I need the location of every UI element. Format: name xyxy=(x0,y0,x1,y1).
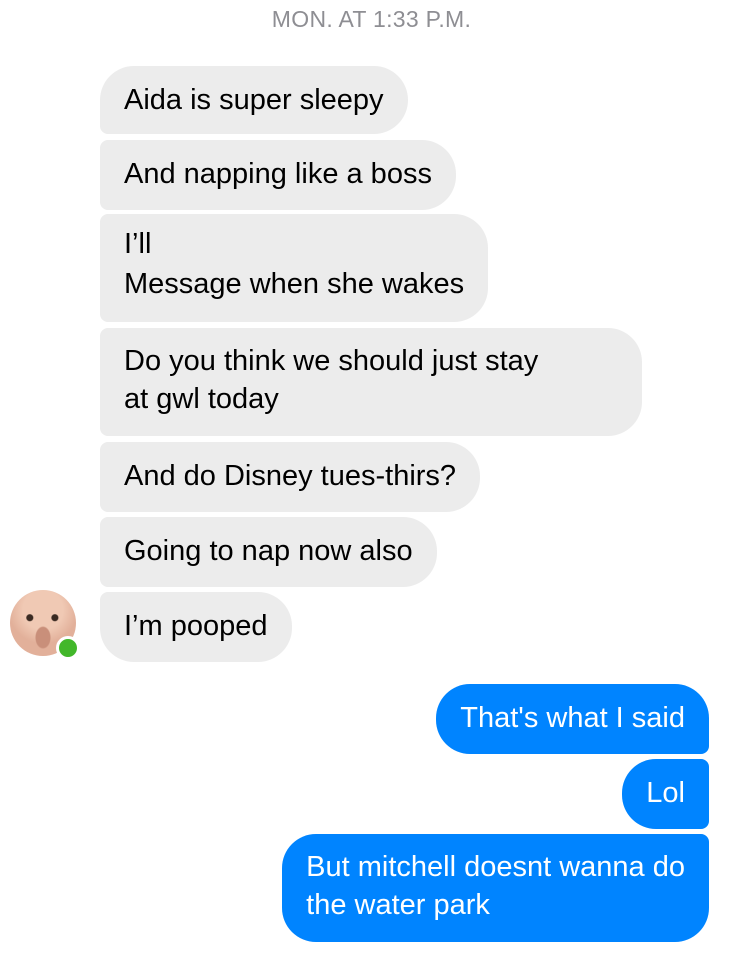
incoming-message[interactable]: And napping like a boss xyxy=(100,140,456,210)
outgoing-message[interactable]: That's what I said xyxy=(436,684,709,754)
online-dot-icon xyxy=(56,636,80,660)
message-text: I’ll xyxy=(124,228,152,260)
incoming-message[interactable]: Do you think we should just stay at gwl … xyxy=(100,328,642,436)
message-text: Aida is super sleepy xyxy=(124,84,384,116)
message-text: And do Disney tues-thirs? xyxy=(124,460,457,492)
message-text: Message when she wakes xyxy=(124,268,465,300)
message-text: at gwl today xyxy=(124,383,279,415)
incoming-message[interactable]: Going to nap now also xyxy=(100,517,437,587)
message-text: And napping like a boss xyxy=(124,158,432,190)
incoming-message[interactable]: I’m pooped xyxy=(100,592,292,662)
conversation-timestamp: MON. AT 1:33 P.M. xyxy=(271,6,472,32)
message-text: Going to nap now also xyxy=(124,535,413,567)
outgoing-message[interactable]: But mitchell doesnt wanna do the water p… xyxy=(282,834,709,942)
message-text: I’m pooped xyxy=(124,610,268,642)
outgoing-message[interactable]: Lol xyxy=(622,759,709,829)
incoming-message[interactable]: I’ll Message when she wakes xyxy=(100,214,489,322)
contact-avatar[interactable] xyxy=(10,590,80,660)
message-text: the water park xyxy=(306,889,490,921)
message-text: Do you think we should just stay xyxy=(124,345,539,377)
incoming-message[interactable]: And do Disney tues-thirs? xyxy=(100,442,481,512)
incoming-message[interactable]: Aida is super sleepy xyxy=(100,66,408,134)
message-text: But mitchell doesnt wanna do xyxy=(306,851,685,883)
message-text: That's what I said xyxy=(460,702,685,734)
message-text: Lol xyxy=(646,777,685,809)
